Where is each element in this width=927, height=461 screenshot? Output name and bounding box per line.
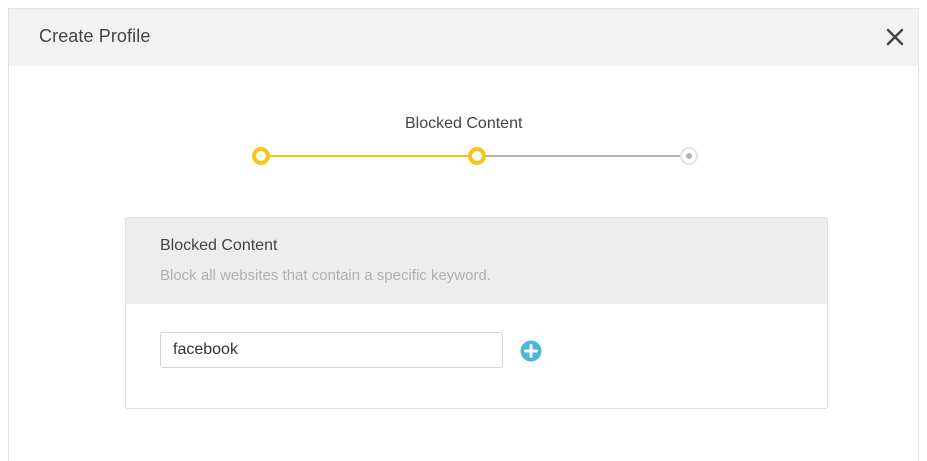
plus-circle-icon — [520, 340, 542, 362]
step-1-dot — [252, 147, 270, 165]
panel-title: Blocked Content — [160, 237, 278, 254]
stepper-line-completed — [265, 155, 477, 157]
step-2-dot — [468, 147, 486, 165]
stepper-line-pending — [485, 155, 689, 157]
progress-stepper: Blocked Content — [9, 9, 920, 209]
create-profile-dialog: Create Profile Blocked Content Blocked C… — [8, 8, 919, 461]
panel-description: Block all websites that contain a specif… — [160, 267, 491, 284]
step-3-dot — [680, 147, 698, 165]
panel-header: Blocked Content Block all websites that … — [126, 218, 827, 304]
add-keyword-button[interactable] — [520, 340, 542, 362]
keyword-input[interactable] — [160, 332, 503, 368]
blocked-content-panel: Blocked Content Block all websites that … — [125, 217, 828, 409]
current-step-label: Blocked Content — [405, 115, 523, 132]
